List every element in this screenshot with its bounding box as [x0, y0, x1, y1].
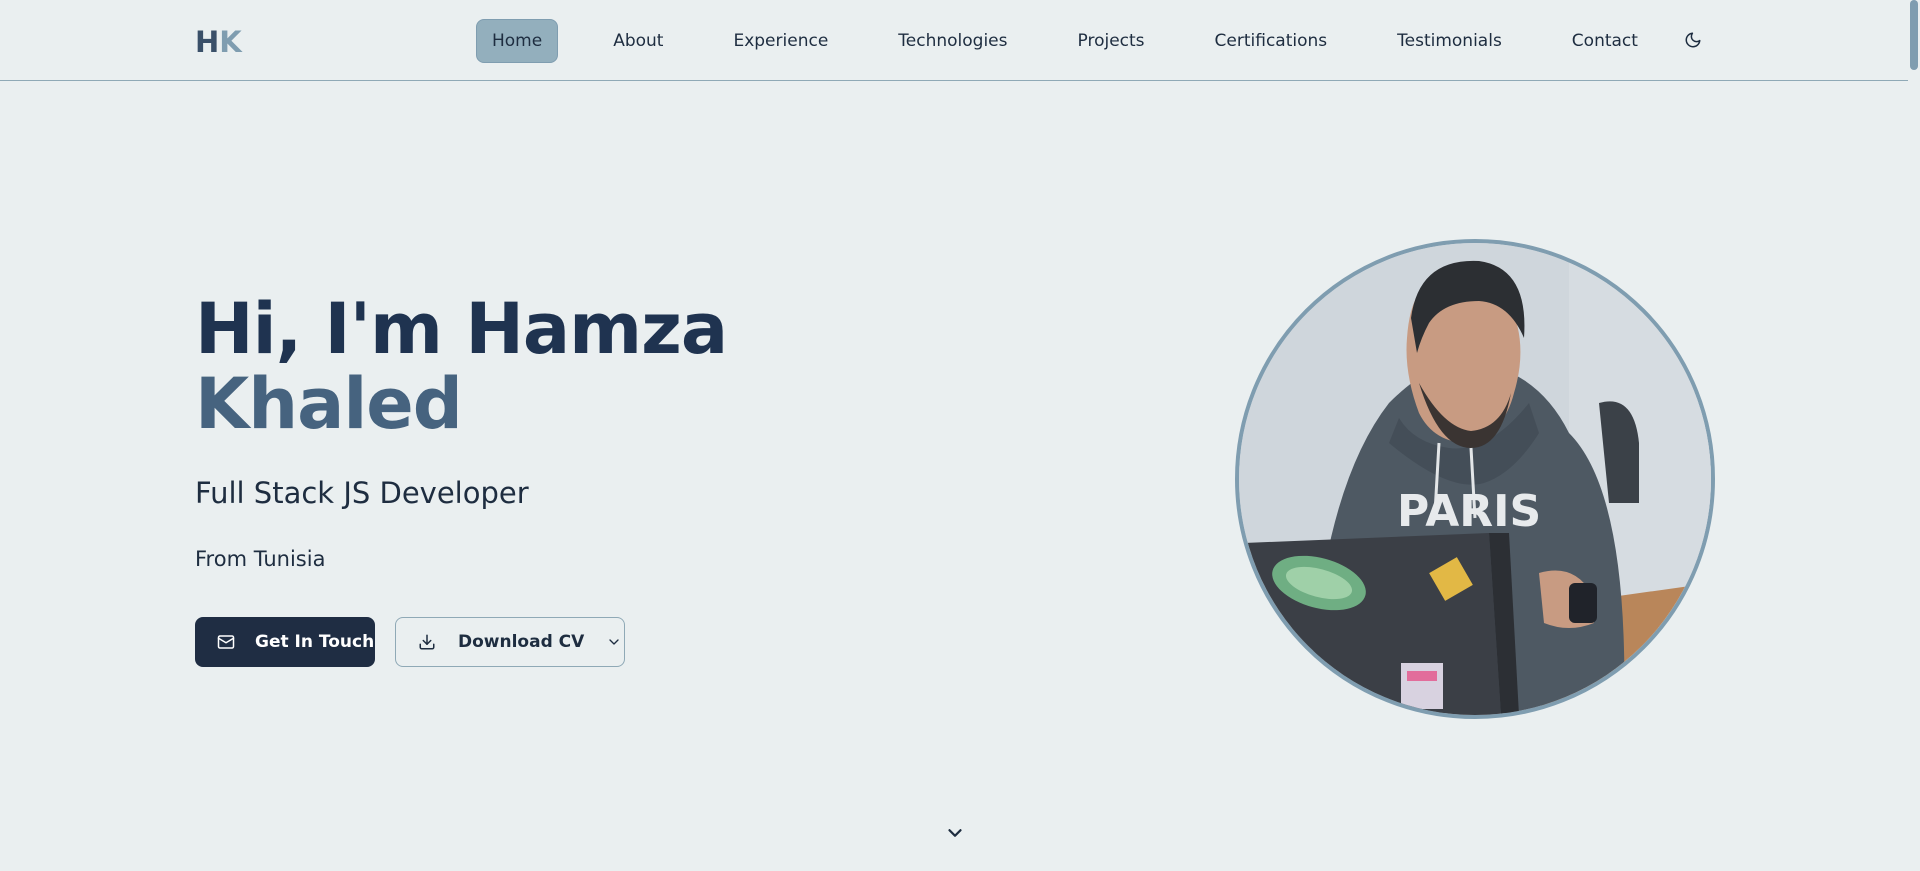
scroll-down-button[interactable]	[942, 820, 968, 846]
nav-item-projects[interactable]: Projects	[1063, 19, 1160, 63]
hero-title-line1: Hi, I'm Hamza	[195, 288, 728, 370]
mail-icon	[217, 635, 235, 649]
hero-role: Full Stack JS Developer	[195, 476, 529, 510]
theme-toggle-button[interactable]	[1680, 27, 1706, 53]
logo[interactable]: HK	[195, 24, 242, 60]
nav-item-contact[interactable]: Contact	[1557, 19, 1653, 63]
nav-item-home[interactable]: Home	[476, 19, 559, 63]
moon-icon	[1685, 32, 1701, 48]
site-header: HK Home About Experience Technologies Pr…	[0, 0, 1908, 81]
nav-item-experience[interactable]: Experience	[718, 19, 843, 63]
get-in-touch-button[interactable]: Get In Touch	[195, 617, 375, 667]
hero-title: Hi, I'm Hamza Khaled	[195, 288, 728, 445]
nav-item-technologies[interactable]: Technologies	[883, 19, 1022, 63]
main-nav: Home About Experience Technologies Proje…	[476, 19, 1653, 63]
profile-photo: PARIS	[1235, 239, 1715, 719]
download-cv-label: Download CV	[458, 632, 585, 652]
hero-title-name: Khaled	[195, 363, 463, 445]
nav-item-testimonials[interactable]: Testimonials	[1382, 19, 1517, 63]
profile-photo-illustration: PARIS	[1239, 243, 1711, 715]
logo-letter-h: H	[195, 25, 220, 59]
get-in-touch-label: Get In Touch	[255, 632, 375, 652]
download-icon	[419, 634, 435, 650]
sweatshirt-text: PARIS	[1397, 486, 1541, 537]
nav-item-about[interactable]: About	[598, 19, 678, 63]
chevron-down-icon	[948, 829, 962, 837]
download-cv-dropdown-toggle[interactable]	[606, 634, 622, 650]
hero-location: From Tunisia	[195, 547, 326, 571]
download-cv-button[interactable]: Download CV	[395, 617, 625, 667]
page-scrollbar[interactable]	[1908, 0, 1920, 871]
scrollbar-thumb[interactable]	[1910, 0, 1918, 70]
logo-letter-k: K	[219, 25, 242, 59]
nav-item-certifications[interactable]: Certifications	[1200, 19, 1343, 63]
chevron-down-icon	[609, 639, 619, 645]
